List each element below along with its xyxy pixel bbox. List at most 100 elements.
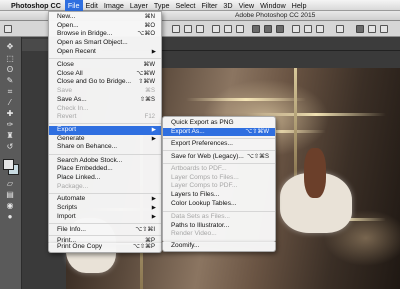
align-middle-icon[interactable]: [184, 25, 192, 33]
menu-filter[interactable]: Filter: [198, 0, 220, 11]
menu-item-scripts[interactable]: Scripts ▶: [49, 204, 161, 213]
menu-item-open[interactable]: Open... ⌘O: [49, 22, 161, 31]
blur-icon[interactable]: ◉: [3, 201, 17, 211]
menu-window[interactable]: Window: [257, 0, 289, 11]
distribute-top-icon[interactable]: [252, 25, 260, 33]
eraser-icon[interactable]: ▱: [3, 179, 17, 189]
distribute-center-icon[interactable]: [304, 25, 312, 33]
menu-item-quick-export-as-png[interactable]: Quick Export as PNG: [163, 119, 275, 128]
history-brush-icon[interactable]: ↺: [3, 142, 17, 152]
menu-layer[interactable]: Layer: [127, 0, 151, 11]
menu-separator: [49, 58, 161, 59]
menu-bar: Photoshop CC File Edit Image Layer Type …: [0, 0, 400, 11]
brush-icon[interactable]: ✑: [3, 120, 17, 130]
menu-item-browse-in-bridge[interactable]: Browse in Bridge... ⌥⌘O: [49, 30, 161, 39]
menu-item-data-sets-as-files: Data Sets as Files...: [163, 213, 275, 222]
menu-item-label: Save: [57, 87, 73, 95]
menu-item-export-preferences[interactable]: Export Preferences...: [163, 140, 275, 149]
align-bottom-icon[interactable]: [196, 25, 204, 33]
menu-item-import[interactable]: Import ▶: [49, 213, 161, 222]
menu-item-save-for-web-legacy[interactable]: Save for Web (Legacy)... ⌥⇧⌘S: [163, 153, 275, 162]
menu-item-open-recent[interactable]: Open Recent ▶: [49, 48, 161, 57]
menu-item-layers-to-files[interactable]: Layers to Files...: [163, 191, 275, 200]
menu-3d[interactable]: 3D: [220, 0, 235, 11]
marquee-icon[interactable]: ⬚: [3, 54, 17, 64]
auto-align-icon[interactable]: [336, 25, 344, 33]
menu-item-layer-comps-to-files: Layer Comps to Files...: [163, 174, 275, 183]
menu-item-search-adobe-stock[interactable]: Search Adobe Stock...: [49, 157, 161, 166]
menu-item-close-and-go-to-bridge[interactable]: Close and Go to Bridge... ⇧⌘W: [49, 78, 161, 87]
distribute-bottom-icon[interactable]: [276, 25, 284, 33]
menu-item-export-as[interactable]: Export As... ⌥⇧⌘W: [163, 127, 275, 137]
menu-file[interactable]: File: [64, 0, 83, 11]
menu-item-open-as-smart-object[interactable]: Open as Smart Object...: [49, 39, 161, 48]
menu-item-shortcut: ⌥⇧⌘P: [133, 244, 155, 250]
tools-panel: ✥ ⬚ ʘ ✎ ⌗ ⁄ ✚ ✑ ♜ ↺ ▱ ▤ ◉ ●: [0, 37, 22, 289]
menu-item-label: Check In...: [57, 104, 89, 112]
3d-orbit-icon[interactable]: [368, 25, 376, 33]
eyedropper-icon[interactable]: ⁄: [3, 98, 17, 108]
menu-help[interactable]: Help: [289, 0, 310, 11]
menu-item-close[interactable]: Close ⌘W: [49, 61, 161, 70]
3d-pan-icon[interactable]: [380, 25, 388, 33]
clone-stamp-icon[interactable]: ♜: [3, 131, 17, 141]
menu-item-label: Open...: [57, 21, 79, 29]
3d-mode-icon[interactable]: [356, 25, 364, 33]
menu-photoshop-cc[interactable]: Photoshop CC: [7, 0, 65, 11]
distribute-right-icon[interactable]: [316, 25, 324, 33]
menu-item-shortcut: ⇧⌘W: [138, 79, 155, 86]
menu-item-save-as[interactable]: Save As... ⇧⌘S: [49, 96, 161, 105]
healing-brush-icon[interactable]: ✚: [3, 109, 17, 119]
menu-item-label: Color Lookup Tables...: [171, 199, 237, 207]
menu-item-check-in: Check In...: [49, 105, 161, 114]
distribute-middle-icon[interactable]: [264, 25, 272, 33]
menu-item-color-lookup-tables[interactable]: Color Lookup Tables...: [163, 200, 275, 209]
menu-item-place-linked[interactable]: Place Linked...: [49, 174, 161, 183]
menu-item-label: Export Preferences...: [171, 140, 233, 147]
align-right-icon[interactable]: [236, 25, 244, 33]
menu-item-share-on-behance[interactable]: Share on Behance...: [49, 143, 161, 152]
menu-item-paths-to-illustrator[interactable]: Paths to Illustrator...: [163, 222, 275, 231]
menu-item-label: Layer Comps to PDF...: [171, 182, 238, 190]
menu-item-export[interactable]: Export ▶: [49, 126, 161, 135]
menu-item-label: New...: [57, 13, 76, 20]
menu-item-file-info[interactable]: File Info... ⌥⇧⌘I: [49, 226, 161, 235]
menu-item-package: Package...: [49, 183, 161, 192]
align-top-icon[interactable]: [172, 25, 180, 33]
menu-item-close-all[interactable]: Close All ⌥⌘W: [49, 70, 161, 79]
window-title: Adobe Photoshop CC 2015: [235, 12, 316, 19]
menu-item-zoomify[interactable]: Zoomify...: [163, 242, 275, 251]
crop-icon[interactable]: ⌗: [3, 87, 17, 97]
align-center-icon[interactable]: [224, 25, 232, 33]
file-menu-footer: Print One Copy ⌥⇧⌘P: [48, 243, 162, 253]
menu-item-label: Package...: [57, 182, 89, 190]
menu-item-label: Generate: [57, 134, 85, 142]
menu-item-new[interactable]: New... ⌘N: [49, 13, 161, 22]
submenu-arrow-icon: ▶: [151, 48, 156, 55]
menu-edit[interactable]: Edit: [83, 0, 101, 11]
distribute-left-icon[interactable]: [292, 25, 300, 33]
menu-select[interactable]: Select: [172, 0, 198, 11]
menu-item-label: Close and Go to Bridge...: [57, 78, 132, 86]
menu-view[interactable]: View: [236, 0, 257, 11]
move-icon[interactable]: ✥: [3, 42, 17, 52]
lasso-icon[interactable]: ʘ: [3, 65, 17, 75]
menu-item-automate[interactable]: Automate ▶: [49, 195, 161, 204]
tool-preset-icon[interactable]: [4, 25, 12, 33]
foreground-color-swatch[interactable]: [3, 159, 14, 170]
menu-item-shortcut: ⌥⇧⌘I: [135, 226, 155, 233]
menu-item-shortcut: ⌘N: [144, 14, 155, 20]
align-left-icon[interactable]: [212, 25, 220, 33]
quick-select-icon[interactable]: ✎: [3, 76, 17, 86]
menu-item-place-embedded[interactable]: Place Embedded...: [49, 165, 161, 174]
dodge-icon[interactable]: ●: [3, 212, 17, 222]
menu-item-label: Layer Comps to Files...: [171, 173, 239, 181]
menu-item-print-one-copy[interactable]: Print One Copy ⌥⇧⌘P: [49, 243, 161, 252]
menu-item-generate[interactable]: Generate ▶: [49, 135, 161, 144]
menu-separator: [49, 192, 161, 194]
menu-type[interactable]: Type: [151, 0, 173, 11]
gradient-icon[interactable]: ▤: [3, 190, 17, 200]
menu-image[interactable]: Image: [101, 0, 127, 11]
menu-item-shortcut: ⇧⌘S: [139, 96, 155, 103]
menu-item-label: Place Embedded...: [57, 165, 113, 173]
